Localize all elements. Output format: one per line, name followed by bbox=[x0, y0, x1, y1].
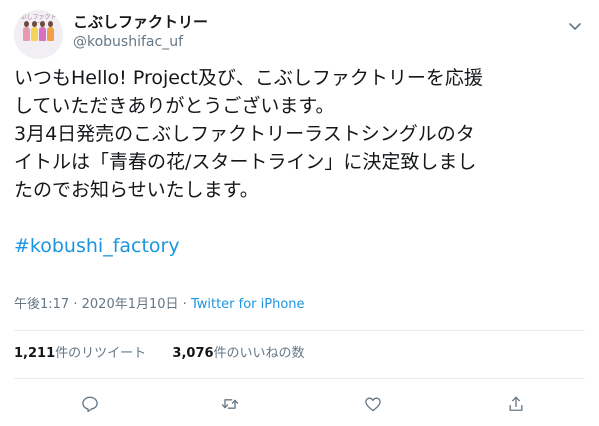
hashtag-link[interactable]: #kobushi_factory bbox=[14, 235, 180, 257]
avatar-member-figure bbox=[23, 21, 30, 41]
retweet-icon[interactable] bbox=[218, 392, 242, 416]
avatar-member-figure bbox=[31, 21, 38, 41]
tweet-header: こぶしファクトリー こぶしファクトリー @kobushifac_uf bbox=[14, 10, 585, 60]
retweets-count: 1,211 bbox=[14, 346, 56, 361]
reply-icon[interactable] bbox=[78, 392, 102, 416]
tweet-text-line: 3月4日発売のこぶしファクトリーラストシングルのタ bbox=[14, 123, 475, 145]
tweet-text-line: イトルは「青春の花/スタートライン」に決定致しまし bbox=[14, 151, 477, 173]
likes-label: 件のいいねの数 bbox=[213, 346, 305, 361]
heart-icon[interactable] bbox=[361, 392, 385, 416]
likes-count: 3,076 bbox=[172, 346, 214, 361]
chevron-down-icon[interactable] bbox=[565, 16, 585, 36]
tweet-text: いつもHello! Project及び、こぶしファクトリーを応援 していただきあ… bbox=[14, 64, 585, 260]
author-names: こぶしファクトリー @kobushifac_uf bbox=[73, 12, 208, 52]
author-display-name[interactable]: こぶしファクトリー bbox=[73, 12, 208, 32]
tweet-text-line: たのでお知らせいたします。 bbox=[14, 179, 259, 201]
retweets-stat[interactable]: 1,211件のリツイート bbox=[14, 345, 146, 363]
tweet-text-line: していただきありがとうございます。 bbox=[14, 95, 335, 117]
tweet-source-link[interactable]: Twitter for iPhone bbox=[191, 297, 305, 312]
avatar-logo-text: こぶしファクトリー bbox=[14, 14, 63, 27]
avatar[interactable]: こぶしファクトリー bbox=[14, 10, 63, 59]
divider bbox=[14, 378, 585, 379]
meta-separator: · bbox=[182, 297, 187, 312]
tweet-actions bbox=[0, 392, 599, 416]
tweet-time[interactable]: 午後1:17 bbox=[14, 297, 69, 312]
tweet-stats: 1,211件のリツイート 3,076件のいいねの数 bbox=[14, 345, 305, 363]
author-handle[interactable]: @kobushifac_uf bbox=[73, 32, 208, 52]
tweet-card: こぶしファクトリー こぶしファクトリー @kobushifac_uf いつもHe… bbox=[0, 0, 599, 426]
avatar-member-figure bbox=[39, 21, 46, 41]
avatar-member-figure bbox=[47, 21, 54, 41]
tweet-text-line: いつもHello! Project及び、こぶしファクトリーを応援 bbox=[14, 67, 483, 89]
tweet-meta: 午後1:17 · 2020年1月10日 · Twitter for iPhone bbox=[14, 296, 305, 314]
meta-separator: · bbox=[73, 297, 78, 312]
retweets-label: 件のリツイート bbox=[55, 346, 147, 361]
likes-stat[interactable]: 3,076件のいいねの数 bbox=[172, 345, 304, 363]
divider bbox=[14, 330, 585, 331]
share-icon[interactable] bbox=[504, 392, 528, 416]
tweet-date[interactable]: 2020年1月10日 bbox=[82, 297, 179, 312]
